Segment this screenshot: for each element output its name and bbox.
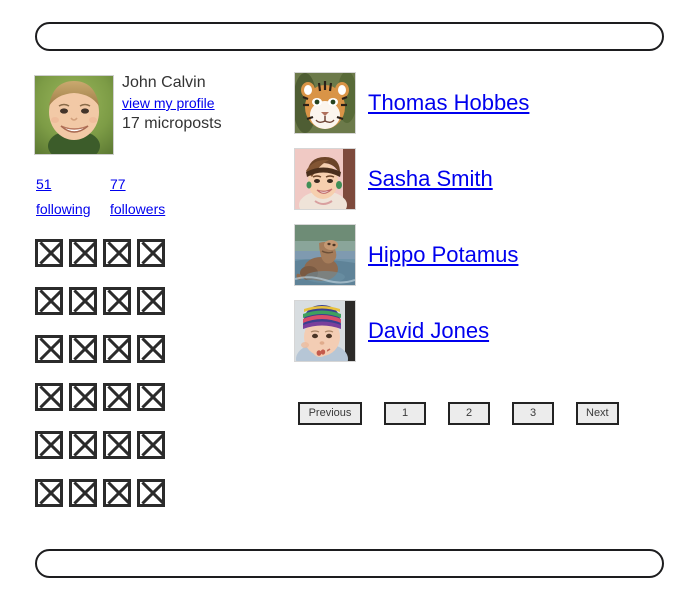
stat-followers: 77 followers (110, 172, 190, 222)
user-list-item: Hippo Potamus (294, 224, 664, 286)
broken-image-icon (35, 431, 63, 459)
user-name-link[interactable]: Sasha Smith (368, 166, 493, 192)
followers-count-link[interactable]: 77 (110, 172, 126, 197)
broken-image-icon (35, 335, 63, 363)
pagination: Previous 1 2 3 Next (298, 402, 619, 425)
user-name-link[interactable]: Hippo Potamus (368, 242, 518, 268)
pagination-previous-button[interactable]: Previous (298, 402, 362, 425)
view-my-profile-link[interactable]: view my profile (122, 93, 222, 113)
woman-avatar[interactable] (294, 148, 356, 210)
broken-image-icon (69, 383, 97, 411)
user-list-item: David Jones (294, 300, 664, 362)
broken-image-icon (137, 335, 165, 363)
broken-image-icon (69, 479, 97, 507)
broken-image-icon (137, 239, 165, 267)
user-list-item: Thomas Hobbes (294, 72, 664, 134)
hippo-avatar[interactable] (294, 224, 356, 286)
broken-image-icon (35, 287, 63, 315)
broken-image-icon (137, 479, 165, 507)
current-user-name: John Calvin (122, 74, 206, 91)
user-list: Thomas Hobbes Sasha Smith Hippo Potamus … (294, 72, 664, 376)
broken-image-icon (35, 239, 63, 267)
broken-image-icon (35, 479, 63, 507)
broken-image-icon (103, 431, 131, 459)
current-user-info: John Calvin view my profile 17 micropost… (34, 72, 274, 155)
broken-image-icon (69, 287, 97, 315)
pagination-page-3-button[interactable]: 3 (512, 402, 554, 425)
broken-image-icon (103, 383, 131, 411)
micropost-count: 17 microposts (122, 115, 222, 132)
broken-image-icon (103, 479, 131, 507)
followers-label-link[interactable]: followers (110, 197, 165, 222)
broken-image-icon (69, 239, 97, 267)
header-bar[interactable] (35, 22, 664, 51)
baby-hat-avatar[interactable] (294, 300, 356, 362)
pagination-next-button[interactable]: Next (576, 402, 619, 425)
broken-image-icon (137, 383, 165, 411)
micropost-image-grid (35, 239, 171, 507)
broken-image-icon (103, 239, 131, 267)
broken-image-icon (103, 287, 131, 315)
current-user-text: John Calvin view my profile 17 micropost… (122, 72, 222, 134)
stat-following: 51 following (36, 172, 116, 222)
broken-image-icon (103, 335, 131, 363)
user-name-link[interactable]: David Jones (368, 318, 489, 344)
broken-image-icon (69, 431, 97, 459)
tiger-avatar[interactable] (294, 72, 356, 134)
user-name-link[interactable]: Thomas Hobbes (368, 90, 529, 116)
sidebar: John Calvin view my profile 17 micropost… (34, 72, 274, 155)
gravatar-child-photo (34, 75, 114, 155)
broken-image-icon (137, 431, 165, 459)
following-count-link[interactable]: 51 (36, 172, 52, 197)
broken-image-icon (69, 335, 97, 363)
pagination-page-2-button[interactable]: 2 (448, 402, 490, 425)
footer-bar[interactable] (35, 549, 664, 578)
broken-image-icon (137, 287, 165, 315)
user-list-item: Sasha Smith (294, 148, 664, 210)
following-label-link[interactable]: following (36, 197, 90, 222)
broken-image-icon (35, 383, 63, 411)
pagination-page-1-button[interactable]: 1 (384, 402, 426, 425)
